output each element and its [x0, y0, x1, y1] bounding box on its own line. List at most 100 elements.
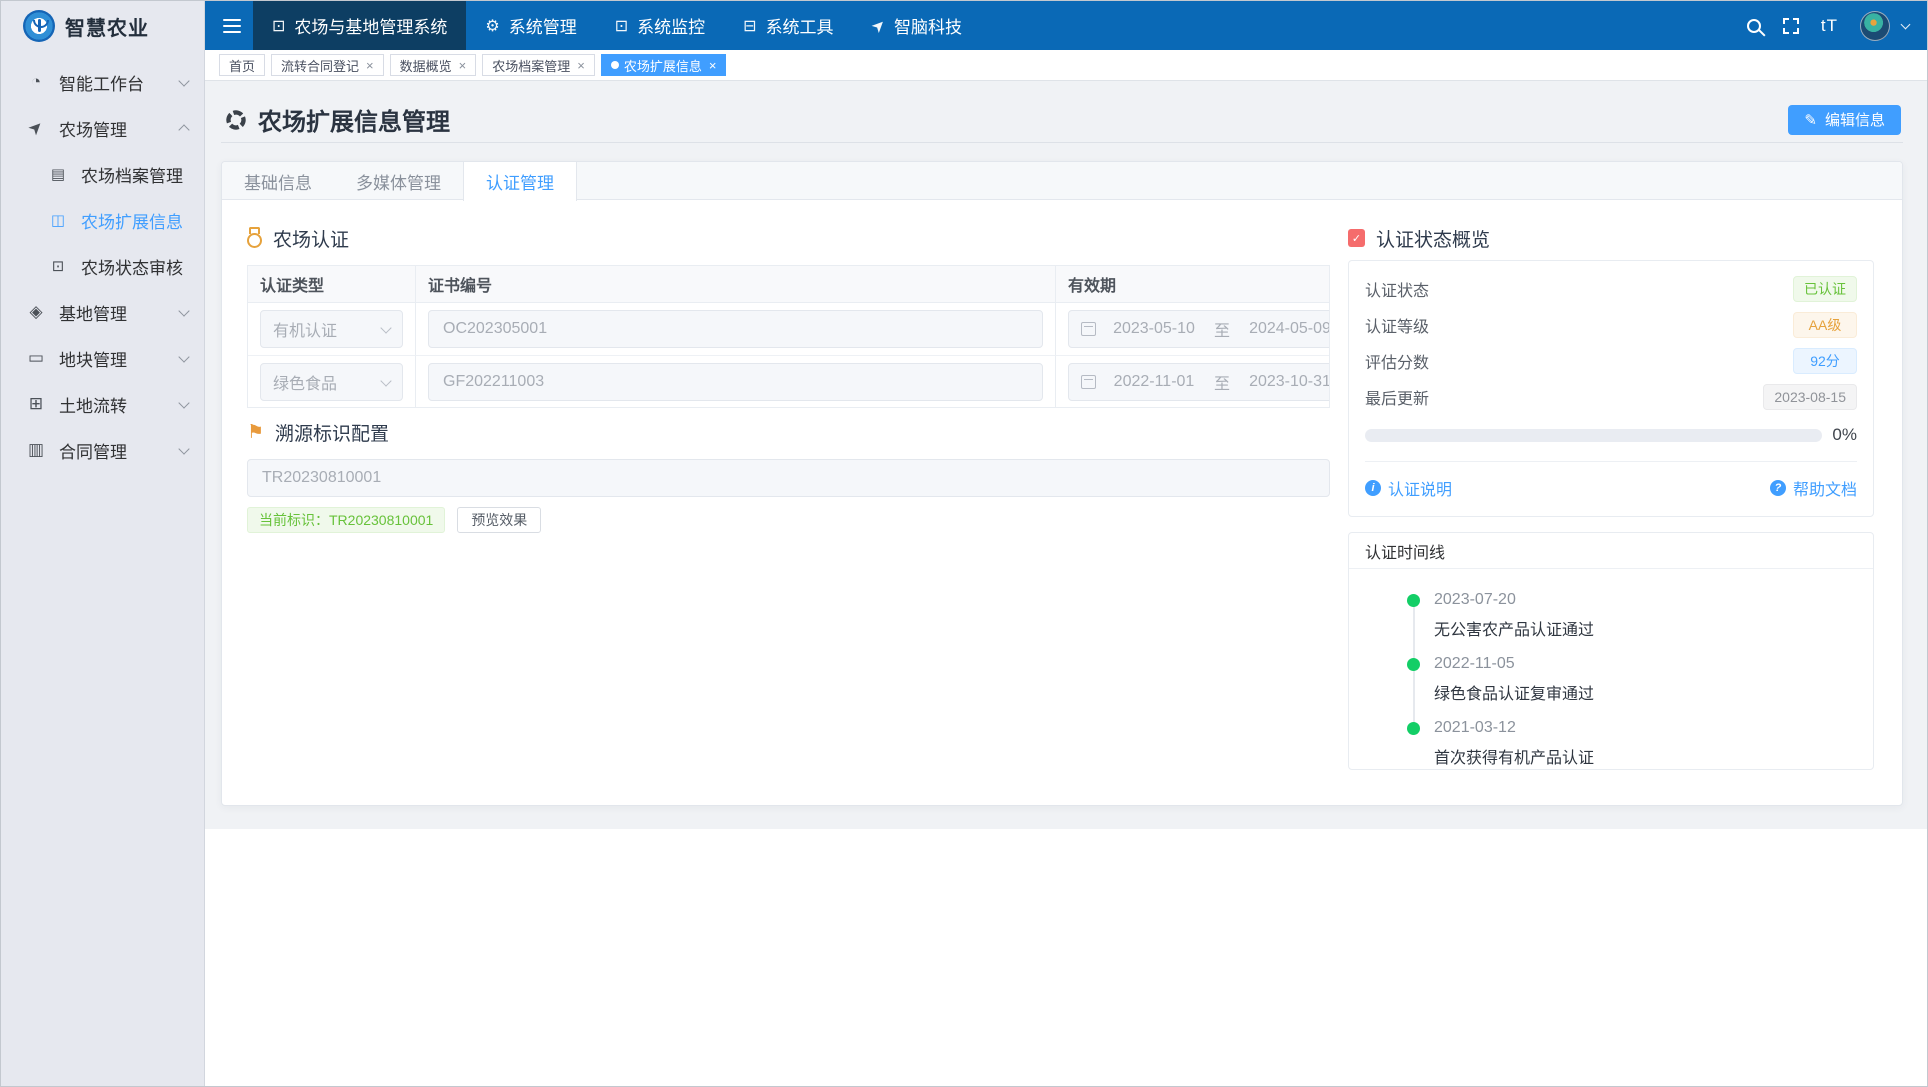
- divider: [1365, 461, 1857, 462]
- sidebar-item-smart-workbench[interactable]: ◔ 智能工作台: [1, 59, 204, 105]
- validity-date-range[interactable]: 2023-05-10 至 2024-05-09: [1068, 310, 1329, 348]
- paper-plane-icon: ➤: [23, 115, 48, 140]
- overview-section-title: ✓ 认证状态概览: [1348, 226, 1874, 251]
- top-navbar: ⊡ 农场与基地管理系统 ⚙ 系统管理 ⊡ 系统监控 ⊟ 系统工具 ➤ 智脑科技: [205, 1, 1927, 50]
- sidebar-item-farm-extended-info[interactable]: ◫ 农场扩展信息: [1, 197, 204, 243]
- current-trace-tag: 当前标识：TR20230810001: [247, 507, 446, 533]
- score-badge: 92分: [1793, 348, 1857, 374]
- tab-certification[interactable]: 认证管理: [463, 162, 577, 201]
- sidebar: 智慧农业 ◔ 智能工作台 ➤ 农场管理 ▤ 农场档案管理 ◫ 农场扩展信息 ⊡ …: [1, 1, 205, 1086]
- preview-button[interactable]: 预览效果: [457, 507, 542, 533]
- close-icon[interactable]: ×: [709, 58, 717, 73]
- topnav-item-system-management[interactable]: ⚙ 系统管理: [466, 1, 595, 50]
- help-doc-link[interactable]: ? 帮助文档: [1769, 476, 1857, 500]
- info-icon: i: [1365, 480, 1381, 496]
- certification-section: 农场认证 认证类型 证书编号 有效期 有机认证 OC202305001 2023…: [247, 226, 1330, 805]
- close-icon[interactable]: ×: [459, 58, 467, 73]
- clipboard-check-icon: ✓: [1348, 229, 1365, 247]
- sidebar-item-farm-status-audit[interactable]: ⊡ 农场状态审核: [1, 243, 204, 289]
- monitor-icon: ⊡: [272, 17, 286, 35]
- app-logo: 智慧农业: [1, 1, 204, 51]
- chevron-down-icon: [380, 322, 392, 334]
- topnav-item-zhinao-tech[interactable]: ➤ 智脑科技: [853, 1, 981, 50]
- gear-icon: ⚙: [485, 17, 500, 35]
- paper-plane-icon: ➤: [867, 15, 890, 37]
- table-header-row: 认证类型 证书编号 有效期: [248, 266, 1329, 303]
- sidebar-submenu-farm: ▤ 农场档案管理 ◫ 农场扩展信息 ⊡ 农场状态审核: [1, 151, 204, 289]
- timeline-title: 认证时间线: [1349, 533, 1873, 569]
- calendar-icon: [1081, 322, 1096, 336]
- rectangle-icon: ▭: [27, 348, 45, 367]
- col-header-cert-no: 证书编号: [416, 266, 1056, 303]
- timeline-dot: [1407, 594, 1420, 607]
- close-icon[interactable]: ×: [577, 58, 585, 73]
- cert-no-input[interactable]: [428, 310, 1043, 348]
- chevron-down-icon: [380, 374, 392, 387]
- close-icon[interactable]: ×: [366, 58, 374, 73]
- active-dot: [610, 61, 619, 69]
- monitor-icon: ⊞: [28, 394, 44, 413]
- chevron-down-icon: [178, 304, 190, 317]
- logo-text: 智慧农业: [65, 17, 149, 40]
- overview-row: 认证等级 AA级: [1365, 307, 1857, 343]
- cert-type-select[interactable]: 绿色食品: [260, 362, 403, 401]
- columns-icon: ◫: [50, 212, 66, 229]
- tags-view-bar: 首页 流转合同登记 × 数据概览 × 农场档案管理 × 农场扩展信息 ×: [205, 50, 1927, 81]
- main-area: ⊡ 农场与基地管理系统 ⚙ 系统管理 ⊡ 系统监控 ⊟ 系统工具 ➤ 智脑科技: [205, 1, 1927, 1086]
- farm-cert-section-title: 农场认证: [247, 226, 1330, 251]
- tab-basic-info[interactable]: 基础信息: [222, 162, 334, 200]
- sidebar-item-parcel-management[interactable]: ▭ 地块管理: [1, 335, 204, 381]
- tag-farm-archive[interactable]: 农场档案管理 ×: [482, 54, 595, 76]
- monitor-icon: ⊡: [51, 258, 65, 275]
- chevron-down-icon[interactable]: [1900, 19, 1911, 30]
- grade-badge: AA级: [1793, 312, 1857, 338]
- font-size-icon[interactable]: tT: [1821, 16, 1838, 36]
- tag-farm-extended-info[interactable]: 农场扩展信息 ×: [600, 54, 727, 76]
- sidebar-item-farm-archive[interactable]: ▤ 农场档案管理: [1, 151, 204, 197]
- dashboard-icon: ◔: [30, 72, 42, 91]
- logo-icon: [23, 10, 55, 42]
- tag-contract-registration[interactable]: 流转合同登记 ×: [271, 54, 384, 76]
- fullscreen-icon[interactable]: [1782, 17, 1799, 34]
- page-header: 农场扩展信息管理 ✎ 编辑信息: [221, 97, 1903, 143]
- cert-no-input[interactable]: [428, 362, 1043, 401]
- medal-icon: [247, 227, 262, 248]
- certification-table: 认证类型 证书编号 有效期 有机认证 OC202305001 2023-05-1…: [247, 265, 1330, 408]
- validity-date-range[interactable]: 2022-11-01 至 2023-10-31: [1068, 362, 1329, 401]
- sidebar-item-farm-management[interactable]: ➤ 农场管理: [1, 105, 204, 151]
- chevron-down-icon: [178, 74, 190, 87]
- table-row: 绿色食品 GF202211003 2022-11-01 至 2023-10-31: [248, 355, 1329, 407]
- edit-info-button[interactable]: ✎ 编辑信息: [1788, 104, 1901, 135]
- navbar-right-tools: tT: [1746, 10, 1927, 41]
- cert-explanation-link[interactable]: i 认证说明: [1365, 476, 1452, 500]
- cert-type-select[interactable]: 有机认证: [260, 310, 403, 348]
- certification-timeline-card: 认证时间线 2023-07-20 无公害农产品认证通过 2022-11-05 绿…: [1348, 532, 1874, 770]
- trace-code-input[interactable]: [247, 459, 1330, 497]
- progress-label: 0%: [1832, 425, 1857, 444]
- status-overview-card: 认证状态 已认证 认证等级 AA级 评估分数 92分 最后更新 2023-08-…: [1348, 260, 1874, 517]
- topnav-item-farm-base-system[interactable]: ⊡ 农场与基地管理系统: [253, 1, 467, 50]
- toolbox-icon: ⊟: [743, 17, 757, 35]
- chevron-down-icon: [178, 396, 190, 409]
- col-header-validity: 有效期: [1056, 266, 1329, 303]
- chevron-down-icon: [178, 350, 190, 363]
- pencil-icon: ✎: [1804, 111, 1817, 129]
- tag-home[interactable]: 首页: [219, 54, 266, 76]
- sidebar-menu: ◔ 智能工作台 ➤ 农场管理 ▤ 农场档案管理 ◫ 农场扩展信息 ⊡ 农场状态审…: [1, 51, 204, 473]
- search-icon[interactable]: [1746, 18, 1761, 33]
- trace-section-title: ⚑ 溯源标识配置: [247, 421, 390, 445]
- page-title: 农场扩展信息管理: [258, 109, 450, 136]
- topnav-item-system-monitor[interactable]: ⊡ 系统监控: [596, 1, 724, 50]
- tag-data-overview[interactable]: 数据概览 ×: [389, 54, 477, 76]
- tab-multimedia[interactable]: 多媒体管理: [334, 162, 463, 200]
- flag-icon: ⚑: [247, 421, 265, 443]
- topnav-item-system-tools[interactable]: ⊟ 系统工具: [724, 1, 852, 50]
- last-update-badge: 2023-08-15: [1763, 384, 1857, 410]
- sidebar-collapse-button[interactable]: [211, 1, 253, 50]
- user-avatar[interactable]: [1860, 10, 1890, 41]
- timeline-item: 2021-03-12 首次获得有机产品认证: [1407, 719, 1857, 783]
- sidebar-item-contract-management[interactable]: ▥ 合同管理: [1, 427, 204, 473]
- sidebar-item-land-transfer[interactable]: ⊞ 土地流转: [1, 381, 204, 427]
- sidebar-item-base-management[interactable]: ◈ 基地管理: [1, 289, 204, 335]
- segmented-circle-icon: [226, 109, 246, 130]
